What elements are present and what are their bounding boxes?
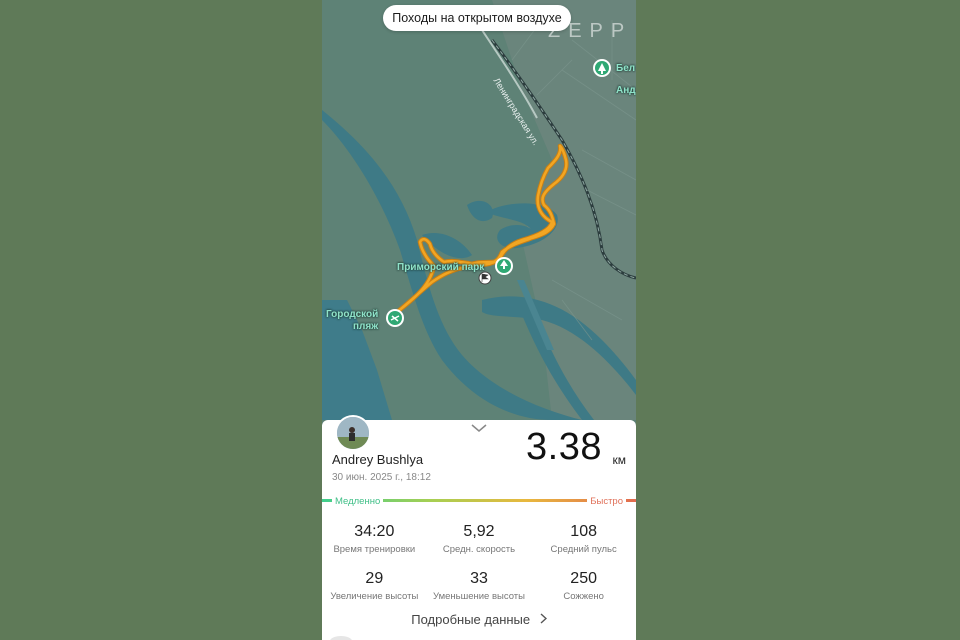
distance-unit: км bbox=[612, 453, 627, 467]
user-name: Andrey Bushlya bbox=[332, 452, 424, 467]
stat-elevation-gain: 29 Увеличение высоты bbox=[322, 569, 427, 604]
stats-grid: 34:20 Время тренировки 5,92 Средн. скоро… bbox=[322, 522, 636, 604]
tree-pin-icon[interactable] bbox=[593, 59, 611, 77]
beach-pin-icon[interactable] bbox=[386, 309, 404, 327]
stat-label: Увеличение высоты bbox=[330, 591, 419, 602]
chevron-down-icon[interactable] bbox=[471, 423, 487, 433]
app-screen: Походы на открытом воздухе ZEPP Ленингра… bbox=[322, 0, 636, 640]
stat-value: 108 bbox=[570, 523, 597, 540]
stat-label: Средний пульс bbox=[550, 544, 617, 555]
speed-fast-label: Быстро bbox=[587, 496, 626, 507]
stat-duration: 34:20 Время тренировки bbox=[322, 522, 427, 557]
workout-date: 30 июн. 2025 г., 18:12 bbox=[332, 472, 431, 483]
stat-avg-heart-rate: 108 Средний пульс bbox=[531, 522, 636, 557]
poi-beach-line2: пляж bbox=[352, 321, 379, 332]
stat-label: Время тренировки bbox=[333, 544, 416, 555]
activity-title: Походы на открытом воздухе bbox=[383, 5, 571, 31]
brand-logo: ZEPP bbox=[548, 20, 633, 42]
map-canvas bbox=[322, 0, 636, 420]
chevron-right-icon bbox=[540, 612, 547, 627]
stat-value: 250 bbox=[570, 570, 597, 587]
poi-beach-line1: Городской bbox=[326, 309, 379, 320]
park-pin-icon[interactable] bbox=[495, 257, 513, 275]
stat-label: Средн. скорость bbox=[442, 544, 516, 555]
poi-park-label: Приморский парк bbox=[397, 262, 485, 273]
next-section-edge bbox=[330, 636, 352, 640]
stat-value: 5,92 bbox=[463, 523, 495, 540]
details-link-label: Подробные данные bbox=[411, 612, 531, 627]
avatar[interactable] bbox=[335, 415, 371, 451]
details-link[interactable]: Подробные данные bbox=[322, 612, 636, 627]
stat-value: 33 bbox=[470, 570, 488, 587]
poi-beach-label: Городской пляж bbox=[326, 309, 378, 333]
summary-sheet: Andrey Bushlya 30 июн. 2025 г., 18:12 3.… bbox=[322, 415, 636, 640]
route-map[interactable]: Походы на открытом воздухе ZEPP Ленингра… bbox=[322, 0, 636, 420]
stat-avg-speed: 5,92 Средн. скорость bbox=[427, 522, 532, 557]
stat-value: 29 bbox=[365, 570, 384, 587]
distance-value: 3.38 bbox=[526, 426, 602, 468]
poi-top-right-line1: Бел bbox=[616, 63, 636, 74]
stat-label: Уменьшение высоты bbox=[432, 591, 525, 602]
stat-value: 34:20 bbox=[354, 523, 395, 540]
stat-calories: 250 Сожжено bbox=[531, 569, 636, 604]
stat-elevation-loss: 33 Уменьшение высоты bbox=[427, 569, 532, 604]
poi-top-right-line2: Анд bbox=[616, 85, 636, 96]
avatar-image bbox=[337, 417, 369, 449]
stat-label: Сожжено bbox=[563, 591, 604, 602]
speed-slow-label: Медленно bbox=[332, 496, 384, 507]
poi-top-right-label: Бел Анд bbox=[616, 63, 636, 97]
